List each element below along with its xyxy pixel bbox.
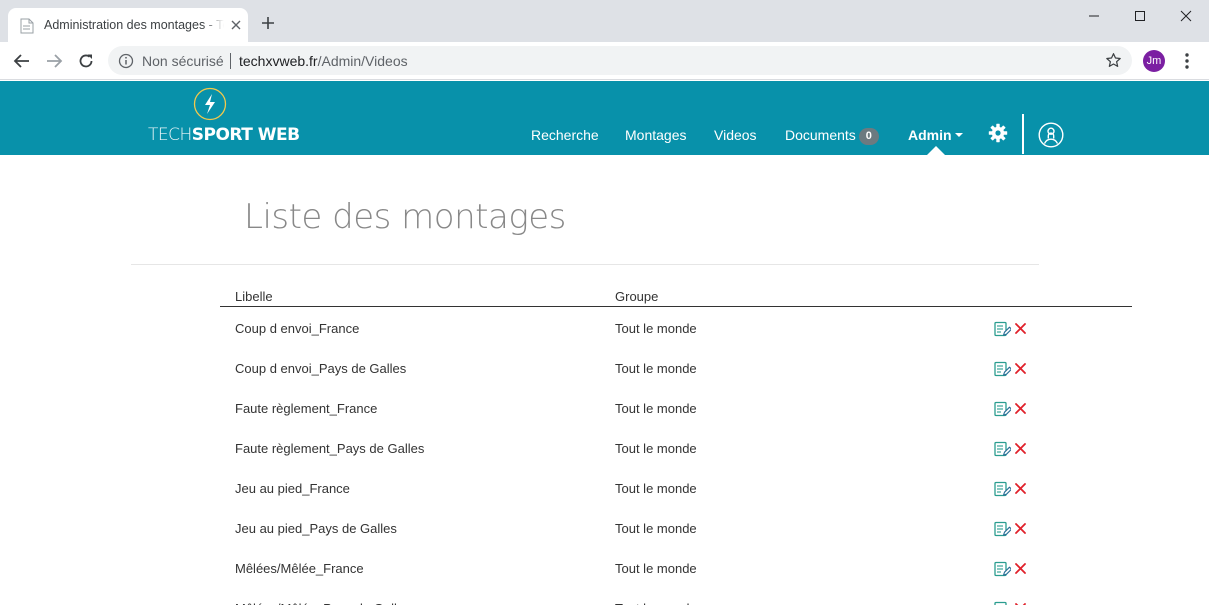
page-icon xyxy=(20,18,34,34)
table-row: Coup d envoi_Pays de Galles Tout le mond… xyxy=(220,347,1132,387)
url-path: /Admin/Videos xyxy=(317,53,408,69)
delete-icon[interactable] xyxy=(1014,562,1027,575)
window-close-button[interactable] xyxy=(1163,0,1209,32)
row-groupe: Tout le monde xyxy=(615,521,697,536)
title-divider xyxy=(131,264,1039,265)
delete-icon[interactable] xyxy=(1014,522,1027,535)
delete-icon[interactable] xyxy=(1014,322,1027,335)
site-header: TECHSPORT WEB Recherche Montages Videos … xyxy=(0,81,1209,155)
url-text[interactable]: techxvweb.fr/Admin/Videos xyxy=(239,53,408,69)
gear-icon[interactable] xyxy=(988,123,1008,143)
row-libelle: Mêlées/Mêlée_France xyxy=(235,561,364,576)
row-libelle: Jeu au pied_Pays de Galles xyxy=(235,521,397,536)
back-arrow-icon[interactable] xyxy=(13,52,31,70)
edit-icon[interactable] xyxy=(994,481,1011,498)
edit-icon[interactable] xyxy=(994,561,1011,578)
address-bar[interactable]: Non sécurisé techxvweb.fr/Admin/Videos xyxy=(108,46,1132,75)
table-row: Coup d envoi_France Tout le monde xyxy=(220,307,1132,347)
row-libelle: Coup d envoi_France xyxy=(235,321,360,336)
row-libelle: Faute règlement_France xyxy=(235,401,378,416)
minimize-button[interactable] xyxy=(1071,0,1117,32)
logo-text-bold: SPORT WEB xyxy=(191,125,300,145)
tab-title: Administration des montages - TechSport … xyxy=(44,18,224,32)
url-host: techxvweb.fr xyxy=(239,53,318,69)
edit-icon[interactable] xyxy=(994,441,1011,458)
profile-avatar[interactable]: Jm xyxy=(1143,50,1165,72)
row-groupe: Tout le monde xyxy=(615,601,697,605)
address-divider xyxy=(230,53,231,69)
edit-icon[interactable] xyxy=(994,601,1011,605)
caret-down-icon xyxy=(954,133,963,137)
table-row: Mêlées/Mêlée_France Tout le monde xyxy=(220,547,1132,587)
close-icon xyxy=(1180,10,1192,22)
browser-tab[interactable]: Administration des montages - TechSport … xyxy=(8,8,248,42)
column-header-libelle: Libelle xyxy=(235,289,273,304)
delete-icon[interactable] xyxy=(1014,362,1027,375)
nav-montages[interactable]: Montages xyxy=(625,127,686,143)
nav-recherche[interactable]: Recherche xyxy=(531,127,599,143)
row-groupe: Tout le monde xyxy=(615,481,697,496)
info-icon[interactable] xyxy=(118,53,134,69)
maximize-icon xyxy=(1135,11,1145,21)
close-icon[interactable] xyxy=(228,17,244,33)
nav-admin-label: Admin xyxy=(908,127,952,143)
delete-icon[interactable] xyxy=(1014,402,1027,415)
new-tab-icon[interactable] xyxy=(260,15,276,31)
delete-icon[interactable] xyxy=(1014,442,1027,455)
brand-logo[interactable]: TECHSPORT WEB xyxy=(148,125,300,145)
edit-icon[interactable] xyxy=(994,321,1011,338)
table-row: Faute règlement_Pays de Galles Tout le m… xyxy=(220,427,1132,467)
column-header-groupe: Groupe xyxy=(615,289,659,304)
table-row: Jeu au pied_France Tout le monde xyxy=(220,467,1132,507)
minimize-icon xyxy=(1089,15,1099,17)
documents-count-badge: 0 xyxy=(858,128,879,145)
more-vert-icon[interactable] xyxy=(1180,52,1194,70)
row-libelle: Mêlées/Mêlée_Pays de Galles xyxy=(235,601,411,605)
row-groupe: Tout le monde xyxy=(615,321,697,336)
edit-icon[interactable] xyxy=(994,361,1011,378)
page-title: Liste des montages xyxy=(244,197,566,237)
nav-documents-label: Documents xyxy=(785,127,856,143)
logo-text-light: TECH xyxy=(148,125,192,145)
lightning-logo-icon[interactable] xyxy=(193,87,227,121)
nav-videos[interactable]: Videos xyxy=(714,127,757,143)
browser-toolbar: Non sécurisé techxvweb.fr/Admin/Videos J… xyxy=(0,42,1209,80)
edit-icon[interactable] xyxy=(994,521,1011,538)
security-label[interactable]: Non sécurisé xyxy=(142,53,224,69)
row-groupe: Tout le monde xyxy=(615,361,697,376)
forward-arrow-icon[interactable] xyxy=(45,52,63,70)
montages-table: Libelle Groupe Coup d envoi_France Tout … xyxy=(220,282,1132,605)
row-groupe: Tout le monde xyxy=(615,401,697,416)
browser-tabstrip: Administration des montages - TechSport … xyxy=(0,0,1209,42)
table-row: Faute règlement_France Tout le monde xyxy=(220,387,1132,427)
delete-icon[interactable] xyxy=(1014,482,1027,495)
header-divider xyxy=(1022,114,1024,154)
table-body: Coup d envoi_France Tout le monde Coup d… xyxy=(220,307,1132,605)
bookmark-star-icon[interactable] xyxy=(1105,52,1122,69)
active-nav-indicator xyxy=(927,146,945,155)
user-account-icon[interactable] xyxy=(1038,122,1064,148)
table-row: Jeu au pied_Pays de Galles Tout le monde xyxy=(220,507,1132,547)
table-header: Libelle Groupe xyxy=(220,282,1132,307)
row-libelle: Faute règlement_Pays de Galles xyxy=(235,441,425,456)
nav-documents[interactable]: Documents 0 xyxy=(785,127,879,145)
nav-admin-dropdown[interactable]: Admin xyxy=(908,127,963,143)
edit-icon[interactable] xyxy=(994,401,1011,418)
maximize-button[interactable] xyxy=(1117,0,1163,32)
row-libelle: Jeu au pied_France xyxy=(235,481,350,496)
reload-icon[interactable] xyxy=(77,52,95,70)
row-groupe: Tout le monde xyxy=(615,441,697,456)
row-groupe: Tout le monde xyxy=(615,561,697,576)
table-row: Mêlées/Mêlée_Pays de Galles Tout le mond… xyxy=(220,587,1132,605)
row-libelle: Coup d envoi_Pays de Galles xyxy=(235,361,407,376)
